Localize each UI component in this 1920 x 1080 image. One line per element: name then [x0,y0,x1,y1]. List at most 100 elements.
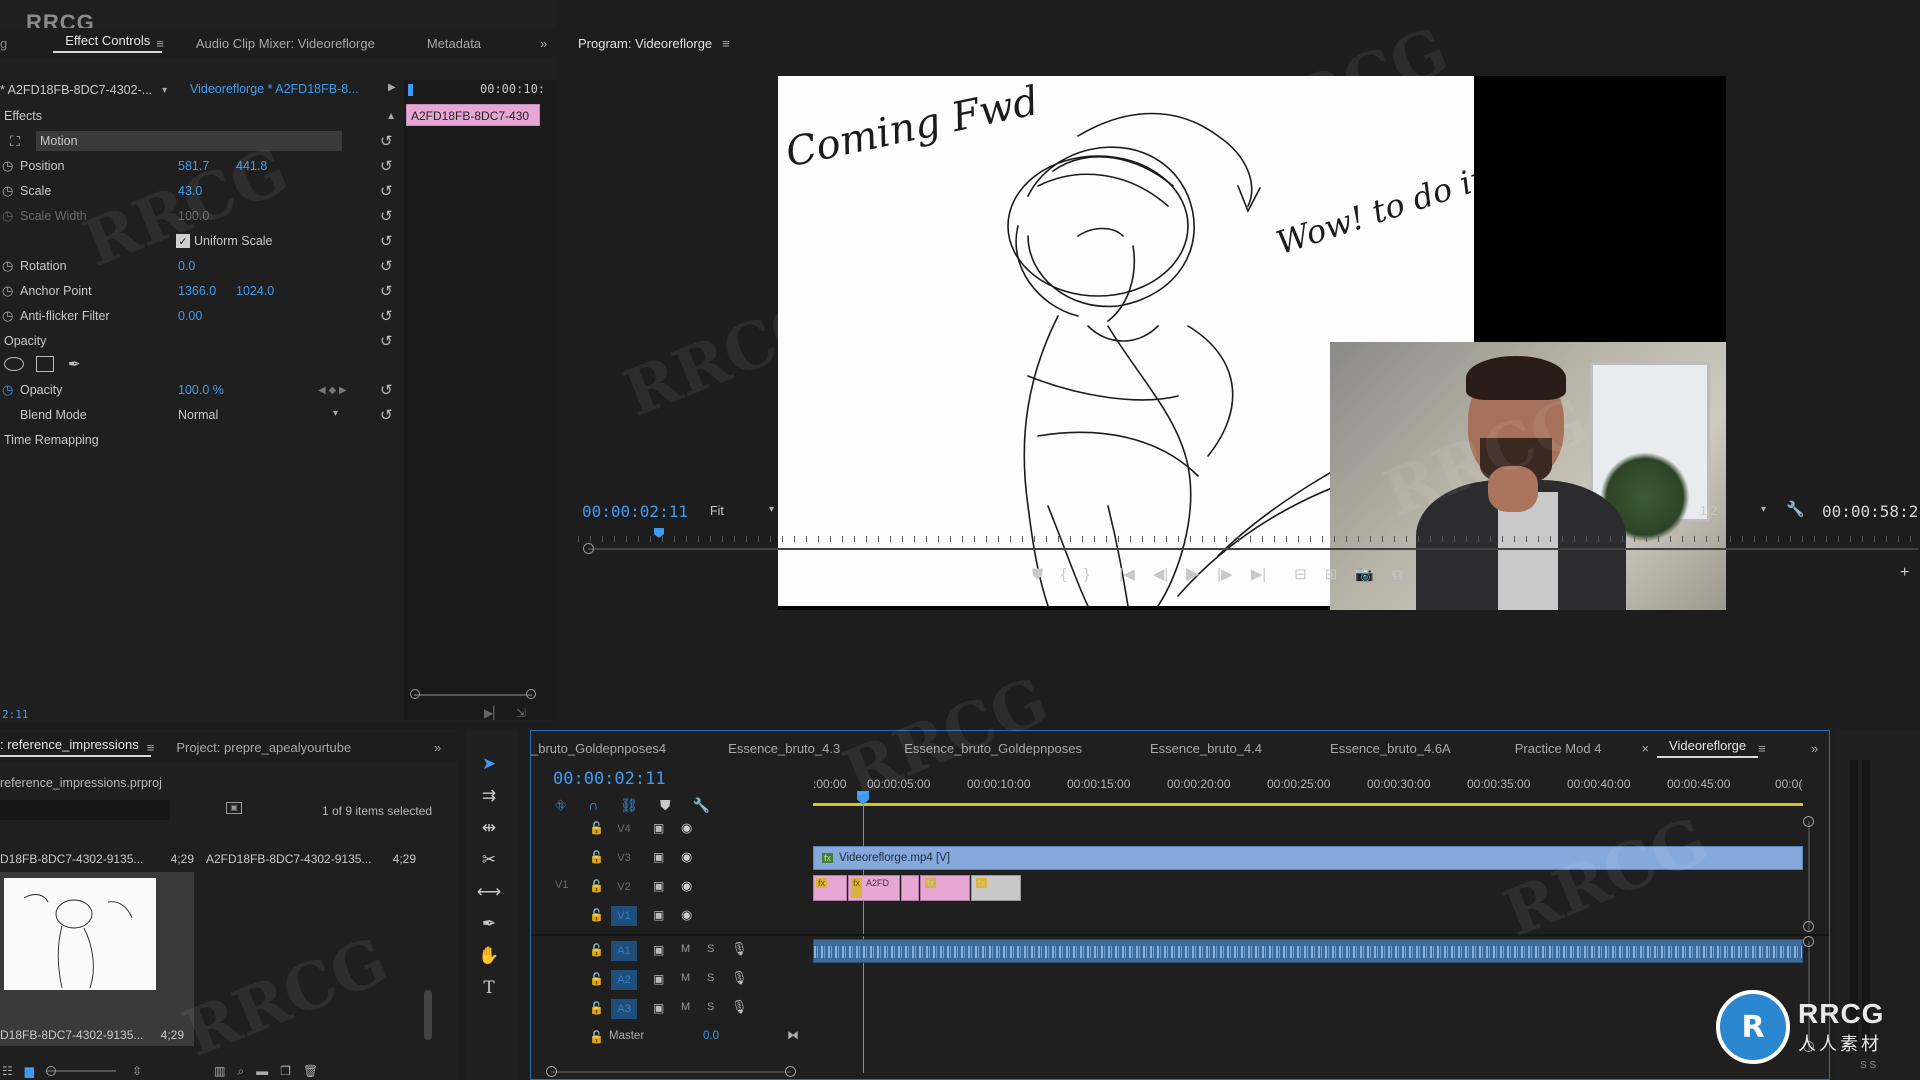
property-value[interactable]: 100.0 % [178,383,224,397]
list-view-icon[interactable]: ☷ [0,1064,13,1078]
track-divider[interactable] [531,934,1829,936]
source-patch[interactable]: V1 [555,879,568,891]
microphone-icon[interactable]: 🎙 [731,941,748,957]
panel-menu-icon[interactable]: ≡ [1758,741,1766,756]
resolution-dropdown[interactable]: 1/2 ▾ [1700,504,1766,518]
clip-pink[interactable]: fx [920,875,970,901]
lock-icon[interactable]: 🔓 [589,908,604,922]
sync-lock-icon[interactable]: ▣ [653,908,664,922]
ripple-edit-tool-icon[interactable]: ⇹ [482,818,496,838]
lock-icon[interactable]: 🔓 [589,1001,604,1015]
lock-icon[interactable]: 🔓 [589,821,604,835]
pen-tool-icon[interactable]: ✒ [482,914,496,934]
reset-icon[interactable]: ↺ [380,307,393,325]
mini-timeline[interactable]: 00:00:10: A2FD18FB-8DC7-430 [404,80,556,720]
timeline-timecode[interactable]: 00:00:02:11 [553,769,666,789]
sort-icon[interactable]: ⇳ [132,1064,142,1078]
snap-icon[interactable]: ∩ [588,797,598,814]
pen-mask-icon[interactable]: ✒ [68,355,81,373]
stopwatch-icon[interactable]: ◷ [0,283,13,299]
panel-overflow-icon[interactable]: » [540,36,547,51]
project-item[interactable]: A2FD18FB-8DC7-4302-9135... 4;29 [206,852,416,868]
sync-lock-icon[interactable]: ▣ [653,850,664,864]
tab-metadata[interactable]: Metadata [415,36,493,51]
scroll-handle[interactable] [1803,921,1814,932]
tab-videoreflorge[interactable]: Videoreflorge [1657,738,1759,758]
property-value-y[interactable]: 1024.0 [236,284,274,298]
keyframe-nav[interactable]: ◀ ◆ ▶ [318,385,347,396]
project-thumbnail-selected[interactable]: D18FB-8DC7-4302-9135... 4;29 [0,872,194,1046]
search-icon[interactable]: ⌕ [237,1064,244,1079]
zoom-scroll-track[interactable] [583,543,1918,554]
track-label[interactable]: V2 [611,877,637,897]
sync-lock-icon[interactable]: ▣ [653,943,664,957]
timeline-settings-icon[interactable]: 🔧 [693,797,710,814]
property-value[interactable]: 0.0 [178,259,195,273]
mute-button[interactable]: M [681,972,690,984]
fit-dropdown[interactable]: Fit ▾ [710,504,774,518]
microphone-icon[interactable]: 🎙 [731,970,748,986]
go-to-in-icon[interactable]: |◀ [1119,565,1134,583]
hand-tool-icon[interactable]: ✋ [478,946,499,966]
reset-icon[interactable]: ↺ [380,406,393,424]
track-label[interactable]: V1 [611,906,637,926]
clip-pink[interactable] [901,875,919,901]
lock-icon[interactable]: 🔓 [589,1030,604,1044]
mark-in-icon[interactable]: { [1061,566,1066,583]
new-bin-icon[interactable]: ▣ [226,802,242,814]
panel-menu-icon[interactable]: ≡ [147,740,155,755]
tab-sequence[interactable]: Essence_bruto_4.6A [1318,741,1463,756]
source-clip-dropdown[interactable]: * A2FD18FB-8DC7-4302-... ▾ [0,80,180,100]
ellipse-mask-icon[interactable] [4,357,24,371]
track-label[interactable]: V4 [611,819,637,839]
zoom-slider[interactable] [46,1066,116,1076]
zoom-handle-right[interactable] [526,689,536,699]
uniform-scale-checkbox[interactable]: ✓ [176,234,190,248]
clip-pink[interactable]: fx A2FD [848,875,900,901]
tab-reference-impressions[interactable]: : reference_impressions [0,737,151,757]
clip-audio-a1[interactable] [813,939,1803,963]
go-to-out-icon[interactable]: ▶| [1251,565,1266,583]
tab-sequence[interactable]: _bruto_Goldepnposes4 [531,741,678,756]
add-marker-icon[interactable]: ⛊ [1032,566,1043,583]
zoom-handle-left[interactable] [583,543,594,554]
property-value-x[interactable]: 581.7 [178,159,209,173]
type-tool-icon[interactable]: T [483,978,494,998]
stopwatch-icon[interactable]: ◷ [0,382,13,398]
timeline-ruler[interactable]: :00:00 00:00:05:00 00:00:10:00 00:00:15:… [813,771,1823,811]
sync-lock-icon[interactable]: ▣ [653,821,664,835]
step-forward-icon[interactable]: |▶ [1217,565,1232,583]
stopwatch-icon[interactable]: ◷ [0,158,13,174]
rectangle-mask-icon[interactable] [36,356,54,372]
zoom-handle-left[interactable] [410,689,420,699]
step-back-icon[interactable]: ◀| [1153,565,1168,583]
vertical-scroll[interactable] [1803,816,1814,932]
zoom-slider-knob[interactable] [46,1066,56,1076]
tab-sequence[interactable]: Essence_bruto_4.4 [1138,741,1274,756]
solo-button[interactable]: S [707,943,714,955]
lock-icon[interactable]: 🔓 [589,972,604,986]
zoom-slider-track[interactable] [410,689,536,699]
new-bin-folder-icon[interactable]: ▬ [256,1064,268,1078]
add-marker-icon[interactable]: ⛊ [660,797,671,814]
clip-gray[interactable]: fx [971,875,1021,901]
eye-icon[interactable]: ◉ [681,878,692,894]
export-icon[interactable]: ⇲ [516,706,526,720]
mark-out-icon[interactable]: } [1084,566,1089,583]
reset-icon[interactable]: ↺ [380,207,393,225]
eye-icon[interactable]: ◉ [681,907,692,923]
project-scrollbar[interactable] [424,990,432,1040]
play-arrow-icon[interactable]: ▶ [388,82,396,93]
track-label[interactable]: A2 [611,970,637,990]
reset-icon[interactable]: ↺ [380,282,393,300]
mute-button[interactable]: M [681,1001,690,1013]
tab-left-cut[interactable]: g [0,36,13,51]
sync-lock-icon[interactable]: ▣ [653,1001,664,1015]
lock-icon[interactable]: 🔓 [589,850,604,864]
play-only-icon[interactable]: ▶▏ [484,706,502,720]
linked-selection-icon[interactable]: ⛓ [620,797,638,814]
program-scrubber[interactable] [578,528,1920,548]
close-icon[interactable]: × [1641,741,1649,756]
mute-button[interactable]: M [681,943,690,955]
reset-icon[interactable]: ↺ [380,332,393,350]
